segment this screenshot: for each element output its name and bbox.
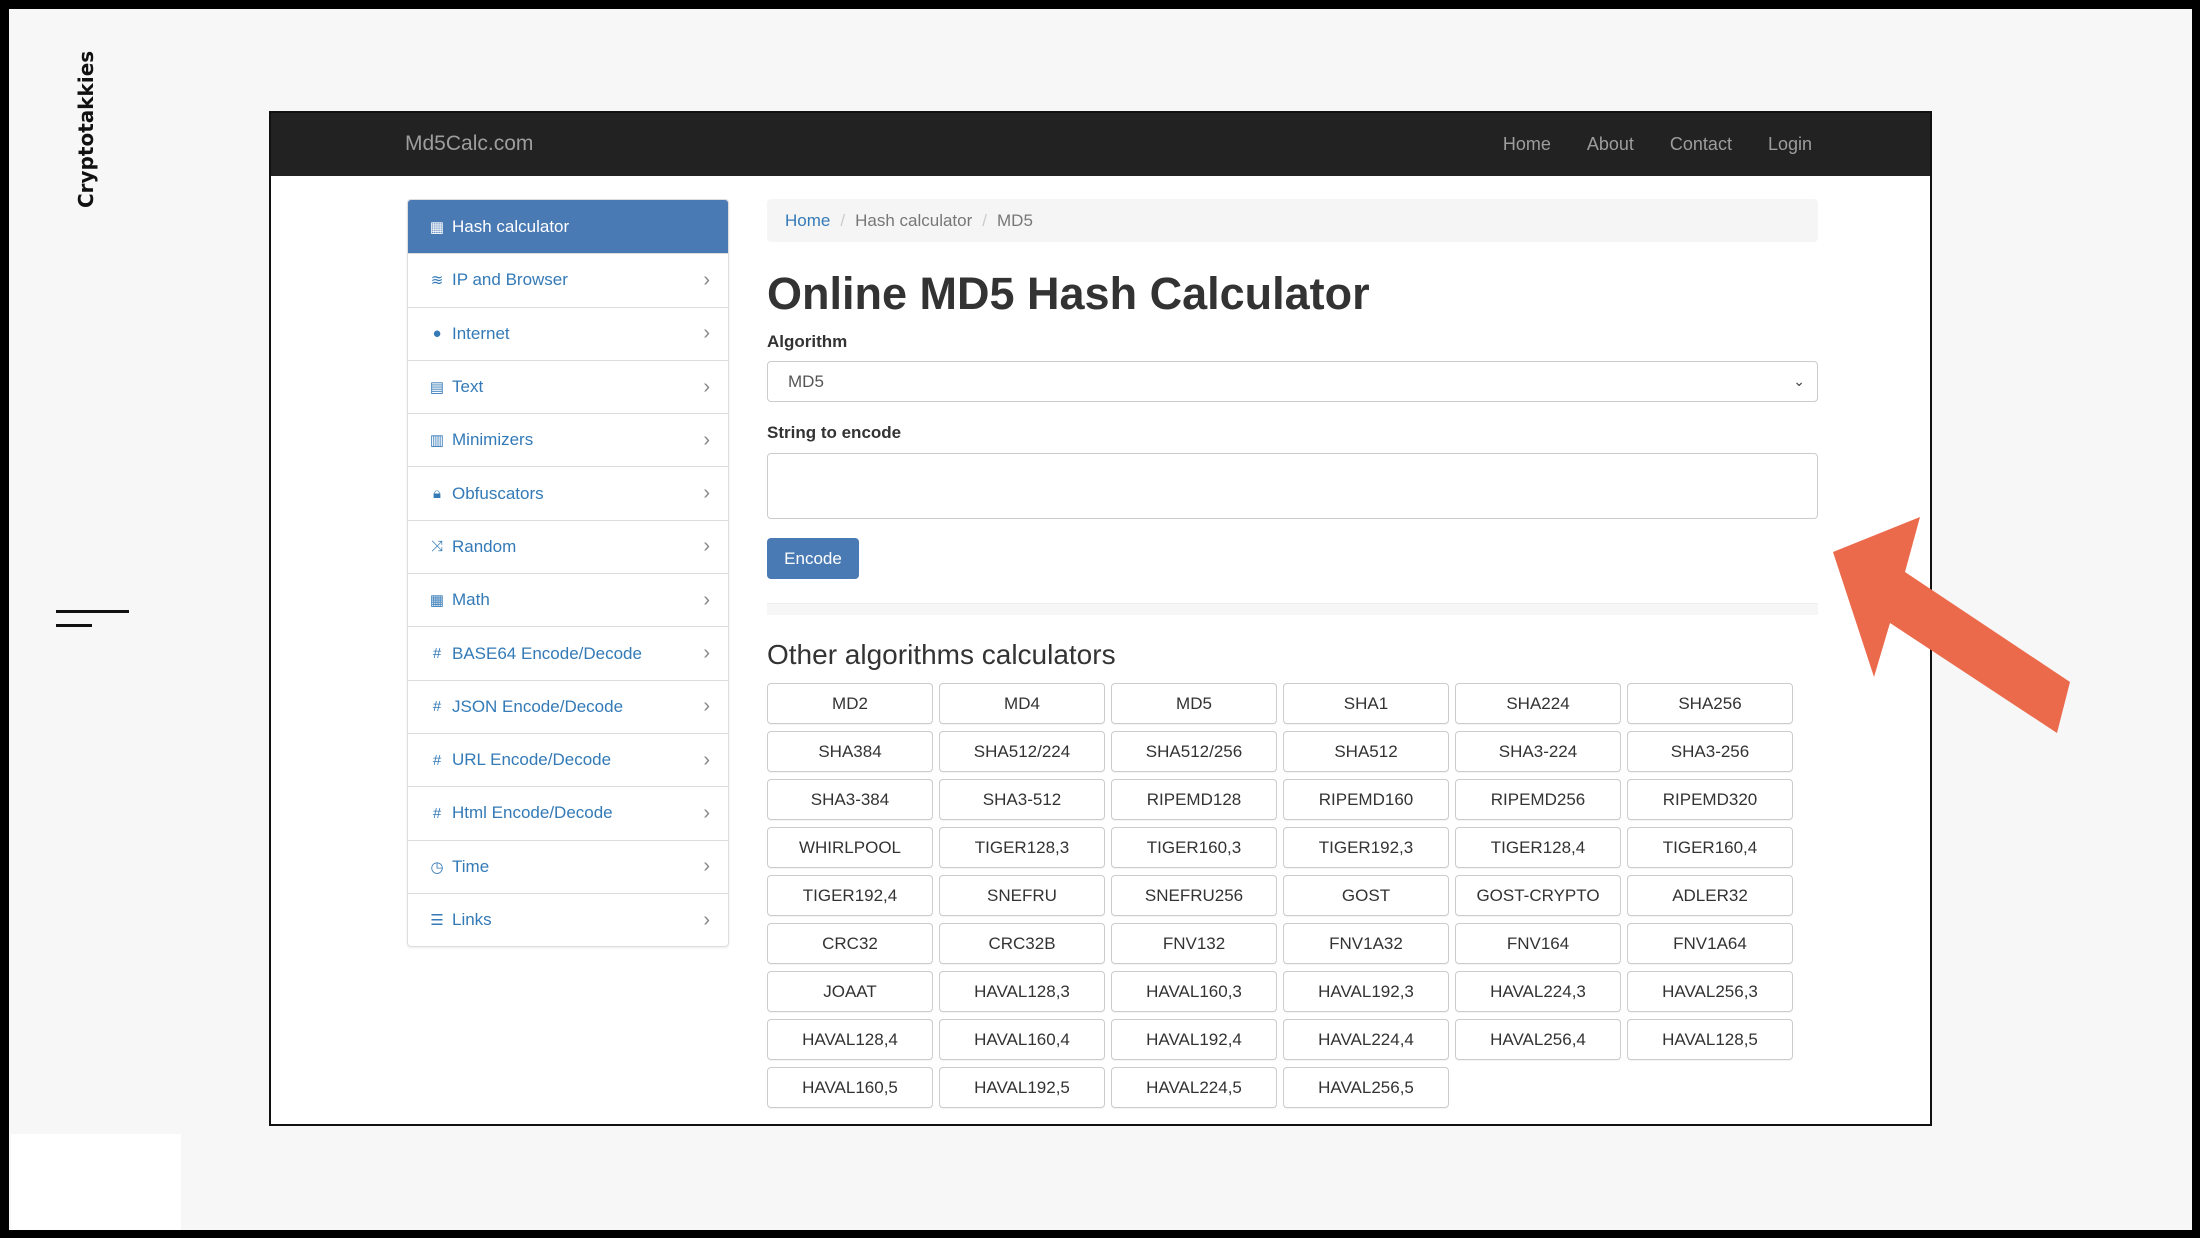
arrow-annotation [1833, 517, 2070, 733]
arrow-icon [1833, 517, 2070, 733]
